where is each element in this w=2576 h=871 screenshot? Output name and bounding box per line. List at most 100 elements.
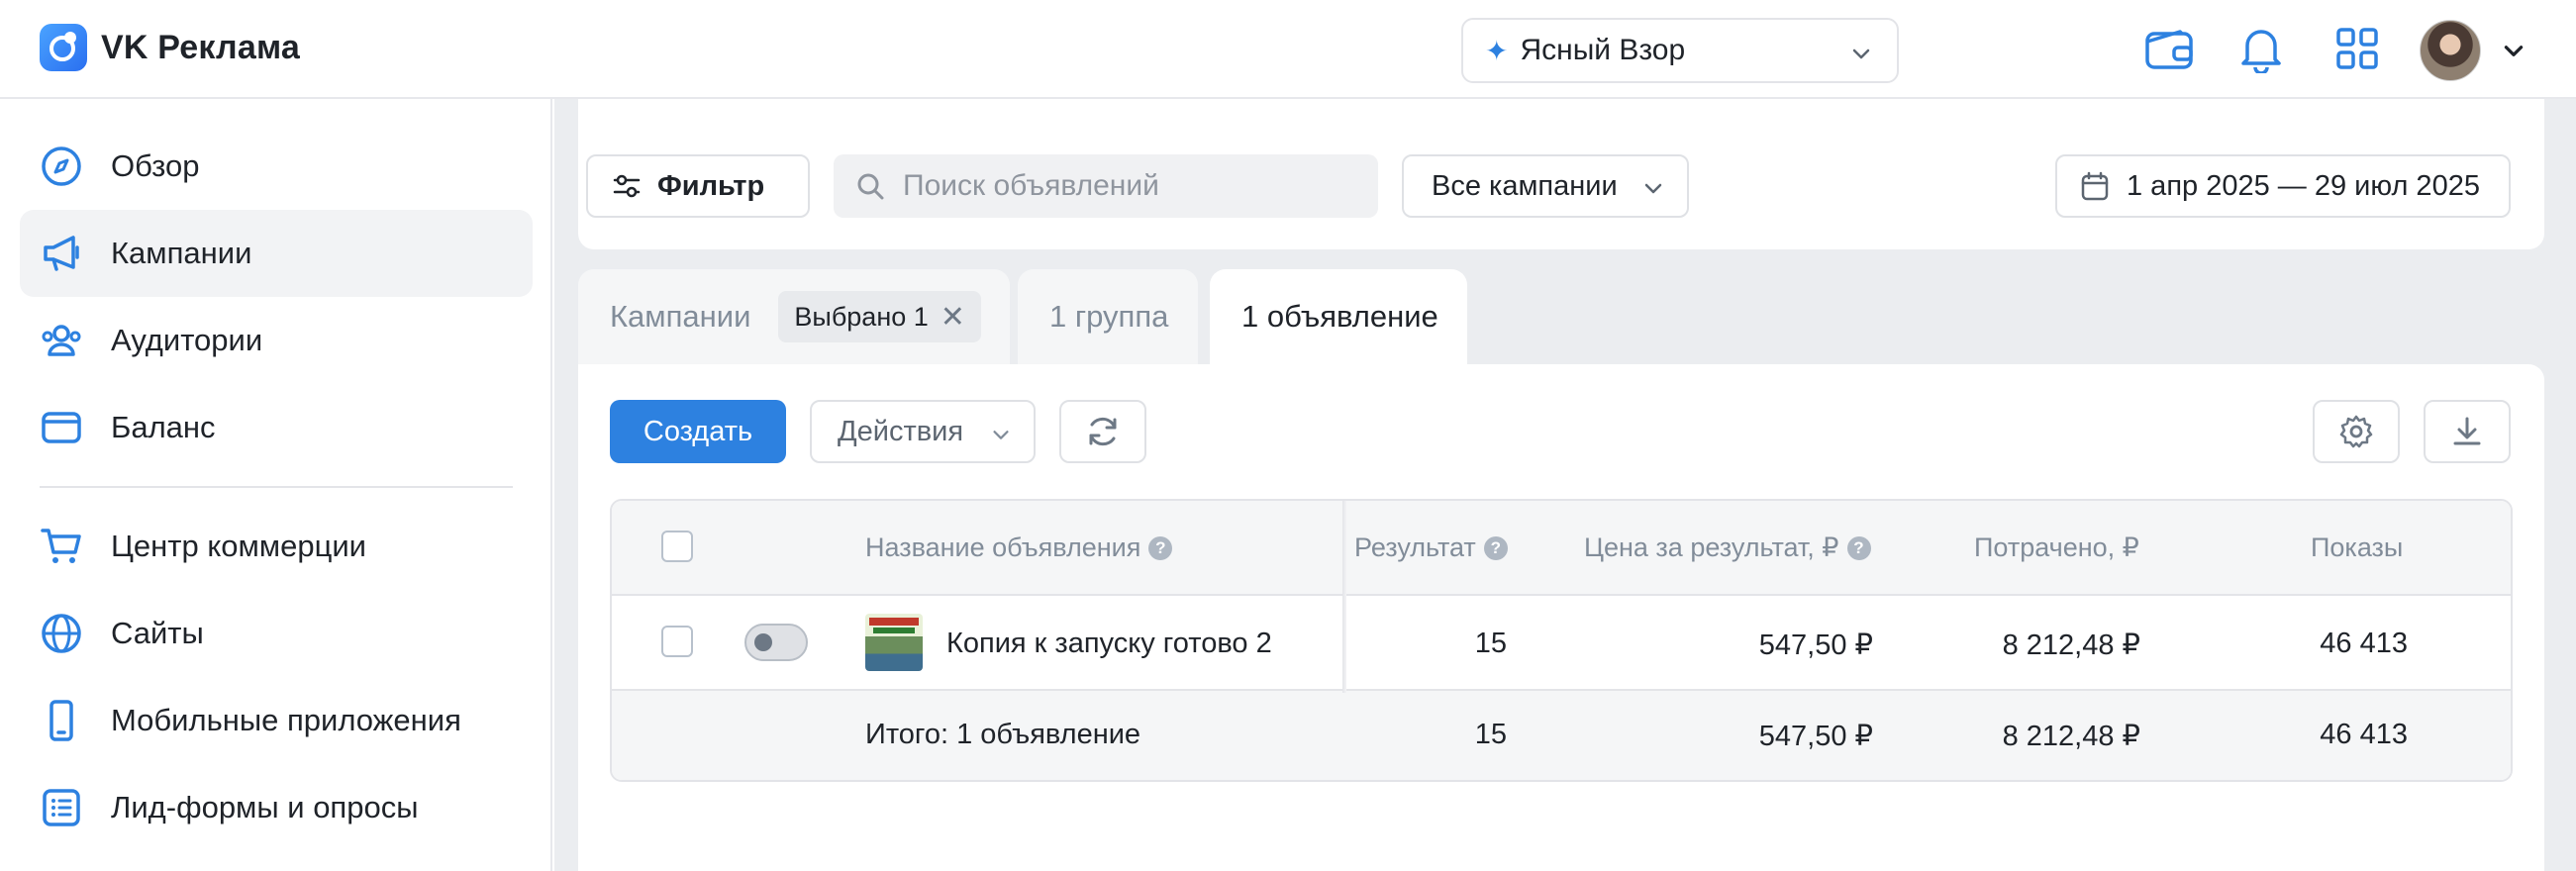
- chevron-down-icon: [993, 431, 1009, 439]
- select-all-checkbox[interactable]: [661, 531, 693, 562]
- ad-price: 547,50 ₽: [1758, 629, 1873, 661]
- total-price: 547,50 ₽: [1758, 721, 1873, 752]
- sidebar-item-campaigns[interactable]: Кампании: [20, 210, 533, 297]
- help-icon[interactable]: ?: [1483, 535, 1508, 560]
- ad-name[interactable]: Копия к запуску готово 2: [946, 628, 1272, 660]
- bell-icon[interactable]: [2239, 26, 2283, 73]
- calendar-icon: [2081, 171, 2109, 201]
- header-name-label: Название объявления: [865, 532, 1141, 562]
- sidebar-item-label: Обзор: [111, 148, 200, 183]
- tab-label: 1 объявление: [1241, 299, 1438, 334]
- actions-dropdown[interactable]: Действия: [810, 400, 1036, 463]
- form-icon: [43, 789, 80, 826]
- tab-campaigns[interactable]: Кампании Выбрано 1 ✕: [578, 269, 1010, 364]
- sidebar-item-balance[interactable]: Баланс: [20, 384, 533, 471]
- header-shows-label: Показы: [2311, 532, 2404, 562]
- actions-label: Действия: [838, 415, 964, 447]
- selected-chip-label: Выбрано 1: [794, 301, 929, 332]
- search-icon: [857, 173, 884, 200]
- sidebar-item-audiences[interactable]: Аудитории: [20, 297, 533, 384]
- header-result[interactable]: Результат ?: [1354, 532, 1508, 563]
- header-price-label: Цена за результат, ₽: [1584, 532, 1839, 562]
- gear-icon: [2339, 415, 2373, 448]
- table-total-row: Итого: 1 объявление 15 547,50 ₽ 8 212,48…: [612, 691, 2511, 780]
- chevron-down-icon: [1852, 48, 1870, 59]
- total-shows: 46 413: [2320, 719, 2408, 750]
- ads-table: Название объявления ? Результат ? Цена з…: [610, 499, 2513, 782]
- ad-status-toggle[interactable]: [744, 624, 808, 661]
- sidebar-item-label: Кампании: [111, 236, 252, 270]
- total-spent: 8 212,48 ₽: [2002, 721, 2140, 752]
- wallet-icon: [42, 412, 81, 443]
- header-spent-label: Потрачено, ₽: [1974, 532, 2139, 562]
- sidebar-item-label: Сайты: [111, 616, 204, 650]
- filter-button[interactable]: Фильтр: [586, 154, 810, 218]
- sidebar: Обзор Кампании Аудитории Баланс Центр ко…: [0, 99, 552, 871]
- date-range-value: 1 апр 2025 — 29 июл 2025: [2127, 169, 2480, 202]
- ad-spent: 8 212,48 ₽: [2002, 629, 2140, 661]
- compass-icon: [42, 146, 81, 186]
- sidebar-item-label: Мобильные приложения: [111, 703, 461, 737]
- sidebar-item-sites[interactable]: Сайты: [20, 590, 533, 677]
- sidebar-item-label: Баланс: [111, 410, 216, 444]
- selected-chip: Выбрано 1 ✕: [778, 291, 981, 342]
- header-shows[interactable]: Показы: [2311, 532, 2403, 563]
- date-range-picker[interactable]: 1 апр 2025 — 29 июл 2025: [2055, 154, 2511, 218]
- sidebar-item-label: Аудитории: [111, 323, 263, 357]
- header-name[interactable]: Название объявления ?: [865, 532, 1173, 563]
- megaphone-icon: [44, 236, 79, 271]
- tab-label: Кампании: [610, 299, 751, 334]
- ad-result: 15: [1474, 628, 1507, 659]
- table-header: Название объявления ? Результат ? Цена з…: [612, 501, 2511, 596]
- refresh-button[interactable]: [1059, 400, 1146, 463]
- sidebar-item-label: Центр коммерции: [111, 529, 366, 563]
- cart-icon: [41, 529, 81, 563]
- apps-grid-icon[interactable]: [2334, 26, 2380, 71]
- app-title: VK Реклама: [101, 28, 300, 66]
- tab-groups[interactable]: 1 группа: [1018, 269, 1198, 364]
- download-icon: [2453, 417, 2481, 445]
- header-spent[interactable]: Потрачено, ₽: [1974, 532, 2139, 563]
- sidebar-item-mobile-apps[interactable]: Мобильные приложения: [20, 677, 533, 764]
- refresh-icon: [1089, 417, 1117, 446]
- search-input[interactable]: Поиск объявлений: [834, 154, 1378, 218]
- chevron-down-icon[interactable]: [2501, 38, 2526, 63]
- account-name: Ясный Взор: [1520, 34, 1686, 66]
- user-avatar[interactable]: [2420, 20, 2481, 81]
- sliders-icon: [613, 174, 641, 198]
- sidebar-item-overview[interactable]: Обзор: [20, 123, 533, 210]
- top-header: VK Реклама ✦ Ясный Взор: [0, 0, 2576, 99]
- ad-shows: 46 413: [2320, 628, 2408, 659]
- total-label: Итого: 1 объявление: [865, 719, 1141, 750]
- sidebar-item-commerce[interactable]: Центр коммерции: [20, 503, 533, 590]
- tab-label: 1 группа: [1049, 299, 1169, 334]
- help-icon[interactable]: ?: [1846, 535, 1871, 560]
- app-logo[interactable]: VK Реклама: [40, 24, 300, 71]
- campaign-select-value: Все кампании: [1432, 169, 1618, 202]
- ad-thumbnail: [865, 614, 923, 671]
- row-checkbox[interactable]: [661, 626, 693, 657]
- tab-ads[interactable]: 1 объявление: [1210, 269, 1467, 364]
- campaign-select[interactable]: Все кампании: [1402, 154, 1689, 218]
- total-result: 15: [1474, 719, 1507, 750]
- close-icon[interactable]: ✕: [941, 300, 965, 335]
- users-icon: [42, 325, 81, 356]
- help-icon[interactable]: ?: [1148, 535, 1173, 560]
- account-selector[interactable]: ✦ Ясный Взор: [1461, 18, 1899, 83]
- phone-icon: [50, 700, 73, 741]
- globe-icon: [42, 614, 81, 653]
- download-button[interactable]: [2424, 400, 2511, 463]
- chevron-down-icon: [1644, 183, 1662, 194]
- sparkle-icon: ✦: [1485, 35, 1509, 66]
- frozen-column-divider: [1342, 501, 1346, 693]
- filter-button-label: Фильтр: [657, 169, 765, 202]
- sidebar-item-label: Лид-формы и опросы: [111, 790, 419, 824]
- wallet-icon[interactable]: [2144, 26, 2194, 73]
- sidebar-item-lead-forms[interactable]: Лид-формы и опросы: [20, 764, 533, 851]
- create-button[interactable]: Создать: [610, 400, 786, 463]
- vk-ads-logo-icon: [40, 24, 87, 71]
- search-placeholder: Поиск объявлений: [903, 169, 1159, 202]
- table-row[interactable]: Копия к запуску готово 2 15 547,50 ₽ 8 2…: [612, 596, 2511, 691]
- table-settings-button[interactable]: [2313, 400, 2400, 463]
- header-price[interactable]: Цена за результат, ₽ ?: [1584, 532, 1871, 563]
